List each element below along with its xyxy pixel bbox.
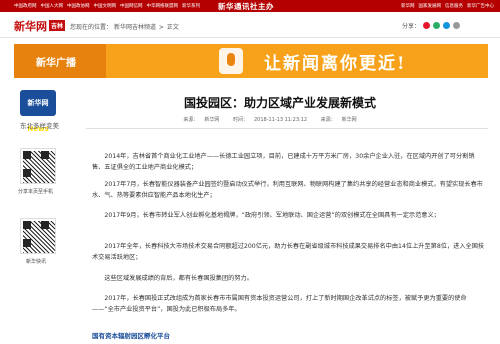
logo-tag: 吉林 <box>49 20 66 31</box>
article-title: 国投园区：助力区域产业发展新模式 <box>183 96 376 110</box>
top-links: 中国政府网 中国人大网 中国政协网 中国文明网 中国网信网 中华网络联盟网 新华… <box>14 3 200 9</box>
article-paragraph: 2014年，吉林省首个商业化工业地产——长德工业园立项，目前，已建成十万平方米厂… <box>92 153 475 171</box>
top-right-links: 新华网 国家发展网 信息服务 新华广告中心 <box>401 3 494 9</box>
qr-code-share <box>20 148 56 184</box>
breadcrumb-separator: > <box>158 24 164 31</box>
breadcrumb-prefix: 您现在的位置： <box>70 24 113 31</box>
article-paragraph: 这些区域发展成绩的背后，都有长春国投集团的努力。 <box>104 275 253 282</box>
news-logo-badge: 新华网 News <box>20 90 56 133</box>
qr-share-label: 分享本页至手机 <box>18 189 54 195</box>
site-logo[interactable]: 新华网 吉林 <box>14 18 66 34</box>
top-utility-bar: 中国政府网 中国人大网 中国政协网 中国文明网 中国网信网 中华网络联盟网 新华… <box>0 0 500 12</box>
qr-code-icon <box>23 221 55 253</box>
top-link[interactable]: 中国政府网 <box>14 3 37 9</box>
top-right-link[interactable]: 新华广告中心 <box>467 3 494 9</box>
article-paragraph: 2017年7月，长春智能仪器装备产业园签约暨启动仪式举行，利用互联网、物联网构建… <box>92 181 483 199</box>
qr-news-label: 新华快讯 <box>26 259 47 265</box>
banner-ad[interactable]: 新华广播 让新闻离你更近! <box>14 44 488 78</box>
breadcrumb-home[interactable]: 新华网吉林频道 <box>114 24 156 31</box>
share-label: 分享： <box>402 23 421 30</box>
article-meta: 来源： 新华网 时间： 2018-11-13 11:23:12 来源： 新华网 <box>0 116 500 123</box>
top-link[interactable]: 新华系列 <box>182 3 200 9</box>
top-link[interactable]: 中华网络联盟网 <box>147 3 179 9</box>
divider <box>86 128 488 129</box>
article-paragraph: 2017年9月，长春市转业军人创业孵化基地揭牌，“政府引领、军地联动、国企运营”… <box>104 212 440 219</box>
banner-slogan: 让新闻离你更近! <box>264 54 407 74</box>
top-link[interactable]: 中国人大网 <box>41 3 64 9</box>
top-link[interactable]: 中国网信网 <box>120 3 143 9</box>
share-bar: 分享： <box>402 21 461 30</box>
news-logo: 新华网 News 东北多样变美 <box>20 90 66 136</box>
article-time: 2018-11-13 11:23:12 <box>253 117 308 123</box>
article-paragraph: 2017年，长春国投正式改组成为首家长春市市属国有资本投资运营公司，打上了新时期… <box>92 295 467 313</box>
article-subheading: 国有资本辐射园区孵化平台 <box>92 332 170 340</box>
article-origin: 新华网 <box>341 117 357 123</box>
time-label: 时间： <box>232 117 248 123</box>
source-label: 来源： <box>183 117 199 123</box>
top-link[interactable]: 中国文明网 <box>94 3 117 9</box>
qr-code-news <box>20 218 56 254</box>
top-link[interactable]: 中国政协网 <box>67 3 90 9</box>
article-source: 新华网 <box>204 117 220 123</box>
more-icon[interactable] <box>453 22 461 29</box>
top-right-link[interactable]: 新华网 <box>401 3 415 9</box>
logo-text: 新华网 <box>14 20 47 33</box>
breadcrumb: 您现在的位置： 新华网吉林频道 > 正文 <box>70 22 179 31</box>
top-right-link[interactable]: 国家发展网 <box>419 3 442 9</box>
qr-code-icon <box>23 151 55 183</box>
site-header: 新华网 吉林 您现在的位置： 新华网吉林频道 > 正文 分享： <box>0 12 500 38</box>
banner-brand: 新华广播 <box>36 58 76 69</box>
qq-icon[interactable] <box>443 22 451 29</box>
origin-label: 来源： <box>320 117 336 123</box>
wechat-icon[interactable] <box>433 22 441 29</box>
microphone-icon <box>219 48 243 74</box>
topbar-host-text: 新华通讯社主办 <box>218 2 274 11</box>
top-right-link[interactable]: 信息服务 <box>445 3 463 9</box>
breadcrumb-current: 正文 <box>166 24 179 31</box>
weibo-icon[interactable] <box>423 22 431 29</box>
article-paragraph: 2017年全年，长春科技大市场技术交易合同额超过200亿元，助力长春在副省级城市… <box>92 243 485 261</box>
